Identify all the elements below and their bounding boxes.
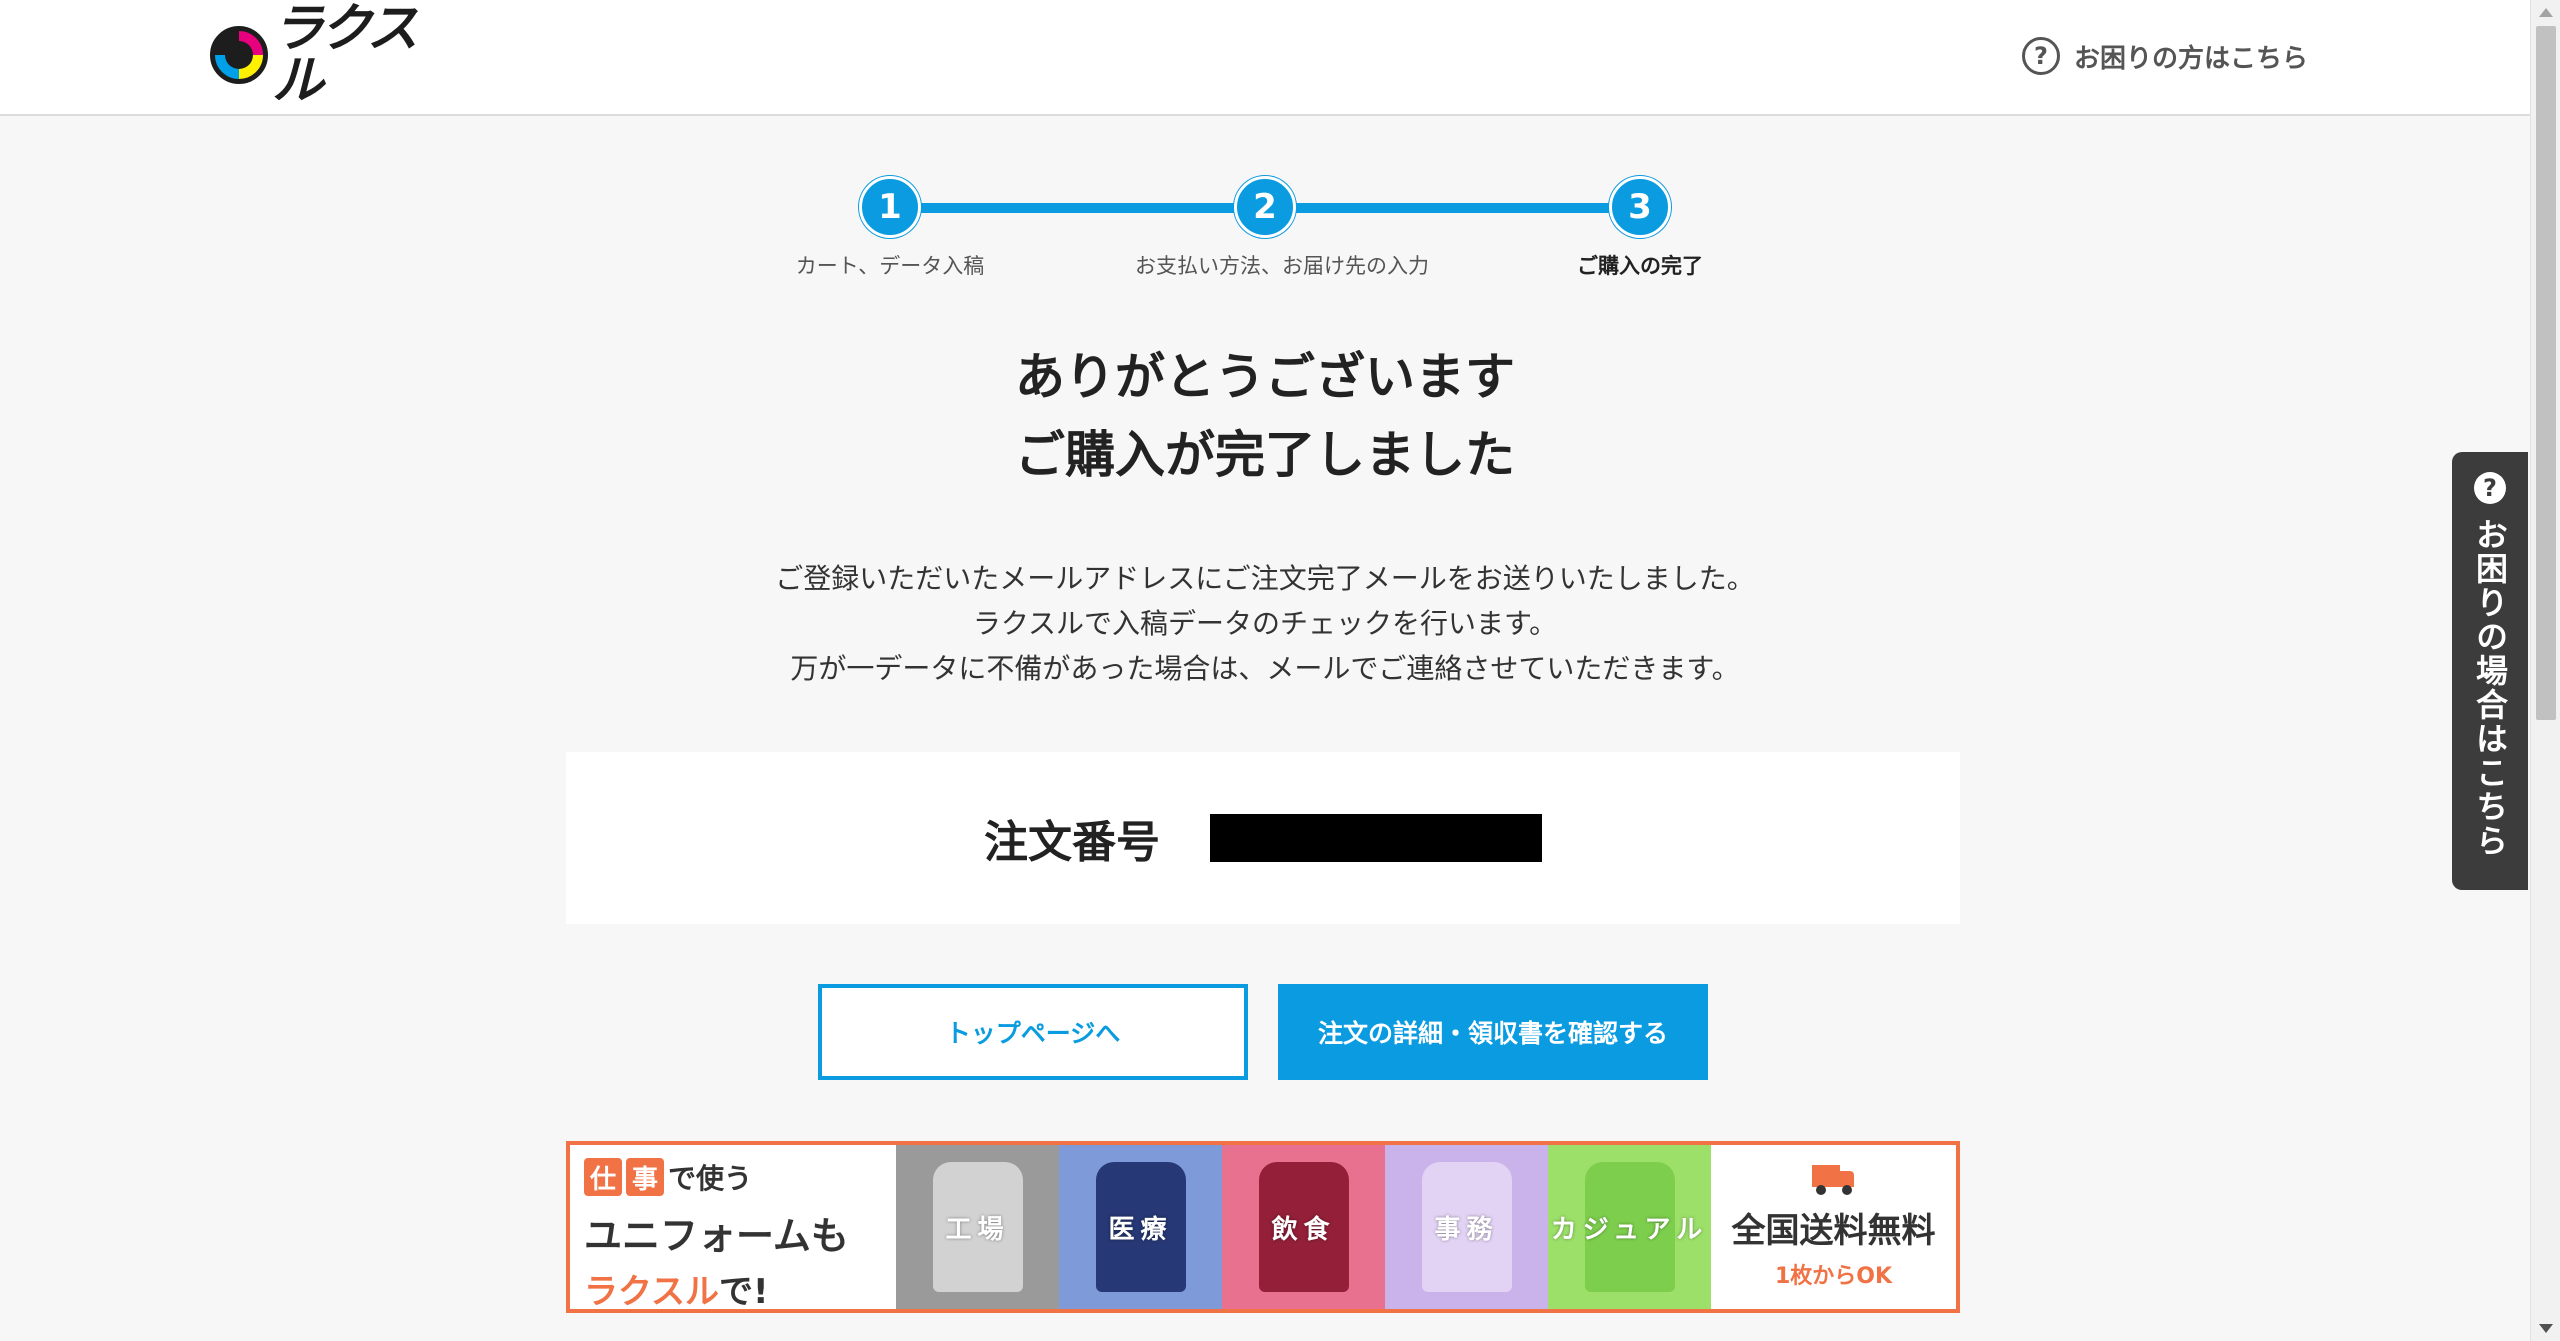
raksul-logo[interactable]: ラクスル [210,3,440,107]
page-scrollbar[interactable] [2530,0,2560,1341]
category-label: 工場 [945,1214,1010,1245]
desc-line-1: ご登録いただいたメールアドレスにご注文完了メールをお送りいたしました。 [775,562,1755,595]
step-3: 3 ご購入の完了 [1510,176,1770,280]
scroll-down-arrow-icon[interactable] [2539,1324,2553,1333]
step-1-label: カート、データ入稿 [795,254,985,278]
banner-copy: 仕 事 で使う ユニフォームも ラクスルで! [570,1145,896,1309]
step-2-label: お支払い方法、お届け先の入力 [1135,254,1429,278]
banner-category-food: 飲食 [1222,1145,1385,1309]
completion-description: ご登録いただいたメールアドレスにご注文完了メールをお送りいたしました。 ラクスル… [0,556,2530,691]
order-number-box: 注文番号 [566,752,1960,924]
heading-line-2: ご購入が完了しました [1015,426,1515,484]
top-page-button[interactable]: トップページへ [818,984,1248,1080]
site-header: ラクスル ? お困りの方はこちら [0,0,2530,116]
category-label: カジュアル [1550,1214,1709,1245]
uniform-banner[interactable]: 仕 事 で使う ユニフォームも ラクスルで! 工場 医療 飲食 事務 カジュアル… [566,1141,1960,1313]
banner-shipping: 全国送料無料 1枚からOK [1711,1145,1956,1309]
step-2: 2 お支払い方法、お届け先の入力 [1135,176,1429,280]
banner-line-3-suffix: で! [718,1272,769,1312]
banner-category-factory: 工場 [896,1145,1059,1309]
step-2-number: 2 [1234,176,1296,238]
step-1: 1 カート、データ入稿 [760,176,1020,280]
banner-tag-2: 事 [626,1158,664,1196]
step-3-number: 3 [1609,176,1671,238]
banner-tag-1: 仕 [584,1158,622,1196]
banner-line-3: ラクスルで! [584,1264,882,1312]
order-number-label: 注文番号 [984,817,1160,868]
truck-icon [1811,1164,1856,1195]
banner-category-casual: カジュアル [1548,1145,1711,1309]
banner-line-2: ユニフォームも [584,1214,849,1258]
banner-category-medical: 医療 [1059,1145,1222,1309]
order-detail-button[interactable]: 注文の詳細・領収書を確認する [1278,984,1708,1080]
min-order-text: 1枚からOK [1774,1263,1893,1289]
question-circle-icon: ? [2474,472,2506,504]
desc-line-2: ラクスルで入稿データのチェックを行います。 [972,607,1558,640]
banner-category-office: 事務 [1385,1145,1548,1309]
desc-line-3: 万が一データに不備があった場合は、メールでご連絡させていただきます。 [790,652,1740,685]
question-circle-icon: ? [2022,37,2060,75]
scroll-thumb[interactable] [2536,26,2556,720]
category-label: 飲食 [1271,1214,1336,1245]
free-shipping-text: 全国送料無料 [1731,1210,1936,1251]
banner-line-3-accent: ラクスル [584,1272,719,1312]
category-label: 医療 [1108,1214,1173,1245]
completion-heading: ありがとうございます ご購入が完了しました [0,338,2530,494]
step-3-label: ご購入の完了 [1577,254,1703,278]
order-number-redacted [1210,814,1542,862]
banner-line-1-suffix: で使う [668,1162,753,1195]
side-help-tab[interactable]: ? お困りの場合はこちら [2452,452,2528,890]
checkout-stepper: 1 カート、データ入稿 2 お支払い方法、お届け先の入力 3 ご購入の完了 [770,176,1770,286]
heading-line-1: ありがとうございます [1015,348,1515,406]
help-link[interactable]: ? お困りの方はこちら [2022,34,2308,78]
scroll-up-arrow-icon[interactable] [2539,8,2553,17]
category-label: 事務 [1434,1214,1499,1245]
banner-line-1: 仕 事 で使う [584,1157,882,1197]
side-help-label: お困りの場合はこちら [2471,518,2509,858]
help-link-label: お困りの方はこちら [2074,43,2309,74]
step-1-number: 1 [859,176,921,238]
logo-text: ラクスル [272,0,418,111]
logo-mark-icon [210,26,268,84]
